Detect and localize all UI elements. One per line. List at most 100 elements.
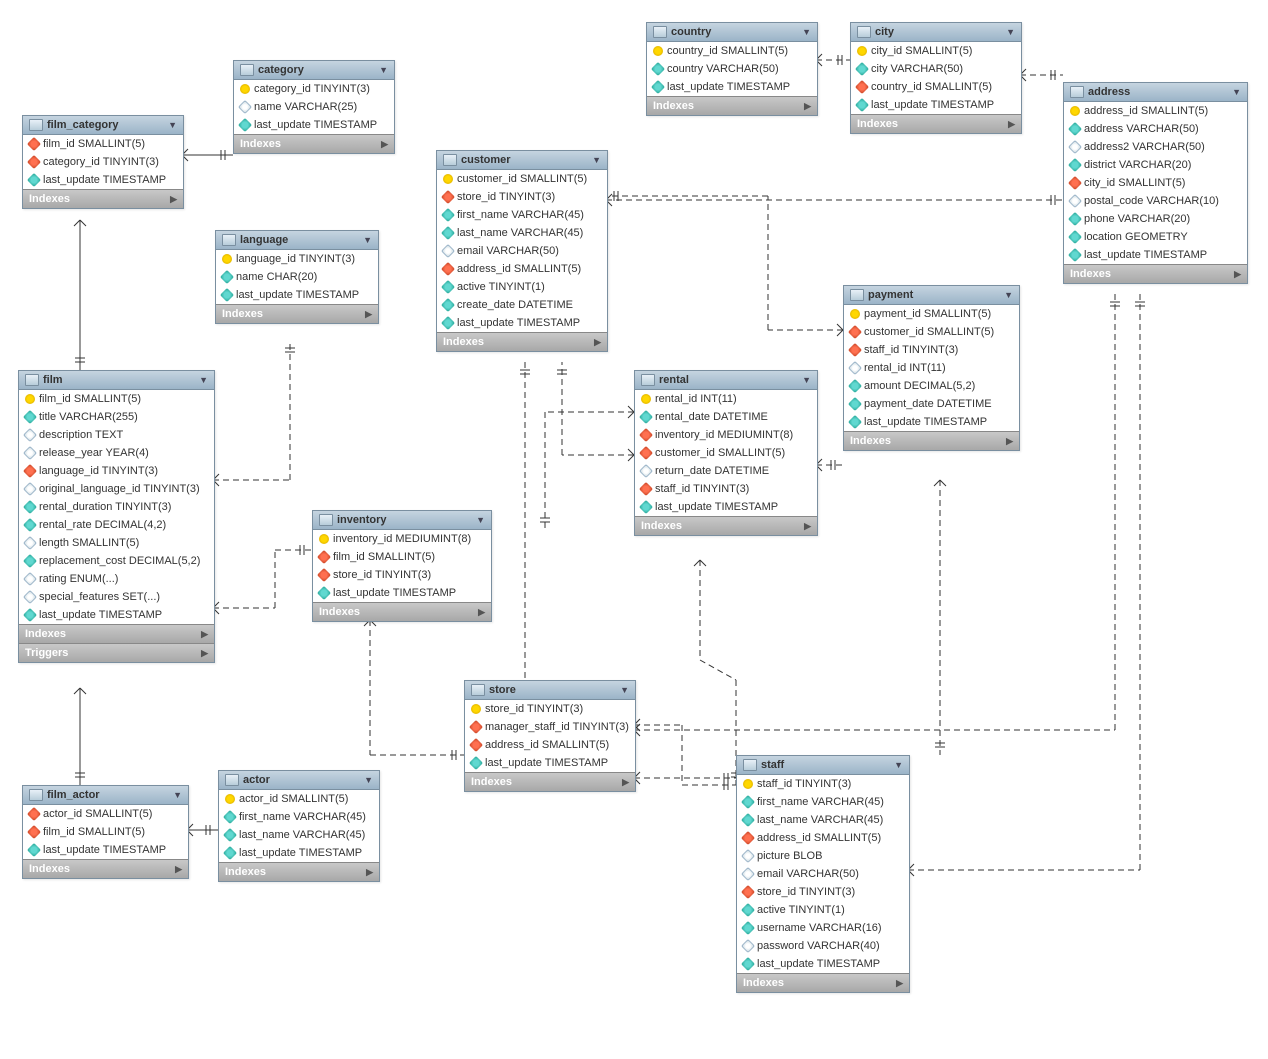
section-indexes[interactable]: Indexes▶: [844, 431, 1019, 450]
section-indexes[interactable]: Indexes▶: [635, 516, 817, 535]
key-icon: [23, 482, 37, 496]
key-icon: [25, 394, 35, 404]
section-indexes[interactable]: Indexes ▶: [437, 332, 607, 351]
section-indexes[interactable]: Indexes▶: [219, 862, 379, 881]
key-icon: [1070, 106, 1080, 116]
column: staff_id TINYINT(3): [844, 341, 1019, 359]
column: inventory_id MEDIUMINT(8): [313, 530, 491, 548]
column-def: manager_staff_id TINYINT(3): [485, 721, 629, 733]
section-indexes[interactable]: Indexes▶: [19, 624, 214, 643]
table-header[interactable]: store▼: [465, 681, 635, 700]
expand-icon: ▶: [622, 777, 629, 788]
column-def: first_name VARCHAR(45): [457, 209, 584, 221]
section-indexes[interactable]: Indexes▶: [851, 114, 1021, 133]
table-header[interactable]: city▼: [851, 23, 1021, 42]
collapse-icon: ▼: [802, 27, 811, 37]
table-actor[interactable]: actor▼actor_id SMALLINT(5)first_name VAR…: [218, 770, 380, 882]
table-staff[interactable]: staff▼staff_id TINYINT(3)first_name VARC…: [736, 755, 910, 993]
column: active TINYINT(1): [737, 901, 909, 919]
table-header[interactable]: customer▼: [437, 151, 607, 170]
section-indexes[interactable]: Indexes▶: [216, 304, 378, 323]
expand-icon: ▶: [594, 337, 601, 348]
column: country VARCHAR(50): [647, 60, 817, 78]
column: last_update TIMESTAMP: [23, 841, 188, 859]
column-def: inventory_id MEDIUMINT(8): [655, 429, 793, 441]
section-indexes[interactable]: Indexes▶: [1064, 264, 1247, 283]
section-indexes[interactable]: Indexes▶: [737, 973, 909, 992]
table-header[interactable]: actor▼: [219, 771, 379, 790]
table-film_actor[interactable]: film_actor▼actor_id SMALLINT(5)film_id S…: [22, 785, 189, 879]
key-icon: [441, 316, 455, 330]
table-header[interactable]: country▼: [647, 23, 817, 42]
table-header[interactable]: inventory▼: [313, 511, 491, 530]
table-icon: [25, 374, 39, 386]
section-indexes[interactable]: Indexes ▶: [23, 189, 183, 208]
column: store_id TINYINT(3): [313, 566, 491, 584]
column-def: last_update TIMESTAMP: [864, 416, 987, 428]
section-indexes[interactable]: Indexes▶: [234, 134, 394, 153]
table-header[interactable]: language▼: [216, 231, 378, 250]
table-header[interactable]: film_category▼: [23, 116, 183, 135]
section-indexes[interactable]: Indexes▶: [465, 772, 635, 791]
section-label: Indexes: [850, 435, 891, 447]
column: replacement_cost DECIMAL(5,2): [19, 552, 214, 570]
column-def: payment_id SMALLINT(5): [864, 308, 991, 320]
section-label: Indexes: [29, 193, 70, 205]
table-store[interactable]: store▼store_id TINYINT(3)manager_staff_i…: [464, 680, 636, 792]
column: rental_date DATETIME: [635, 408, 817, 426]
column-def: length SMALLINT(5): [39, 537, 139, 549]
column: special_features SET(...): [19, 588, 214, 606]
key-icon: [23, 590, 37, 604]
expand-icon: ▶: [201, 648, 208, 659]
table-address[interactable]: address▼address_id SMALLINT(5)address VA…: [1063, 82, 1248, 284]
key-icon: [23, 410, 37, 424]
table-header[interactable]: film▼: [19, 371, 214, 390]
table-city[interactable]: city▼city_id SMALLINT(5)city VARCHAR(50)…: [850, 22, 1022, 134]
section-indexes[interactable]: Indexes▶: [313, 602, 491, 621]
column-def: name VARCHAR(25): [254, 101, 357, 113]
table-film[interactable]: film▼film_id SMALLINT(5)title VARCHAR(25…: [18, 370, 215, 663]
column-def: picture BLOB: [757, 850, 822, 862]
table-icon: [641, 374, 655, 386]
table-country[interactable]: country▼country_id SMALLINT(5)country VA…: [646, 22, 818, 116]
table-header[interactable]: address▼: [1064, 83, 1247, 102]
table-film_category[interactable]: film_category▼film_id SMALLINT(5)categor…: [22, 115, 184, 209]
table-header[interactable]: payment▼: [844, 286, 1019, 305]
column: last_update TIMESTAMP: [844, 413, 1019, 431]
column: staff_id TINYINT(3): [737, 775, 909, 793]
column-def: staff_id TINYINT(3): [655, 483, 749, 495]
section-indexes[interactable]: Indexes▶: [647, 96, 817, 115]
table-category[interactable]: category▼category_id TINYINT(3)name VARC…: [233, 60, 395, 154]
column: address_id SMALLINT(5): [437, 260, 607, 278]
table-language[interactable]: language▼language_id TINYINT(3)name CHAR…: [215, 230, 379, 324]
table-header[interactable]: film_actor▼: [23, 786, 188, 805]
key-icon: [743, 779, 753, 789]
table-inventory[interactable]: inventory▼inventory_id MEDIUMINT(8)film_…: [312, 510, 492, 622]
column-def: address VARCHAR(50): [1084, 123, 1199, 135]
key-icon: [1068, 122, 1082, 136]
column: customer_id SMALLINT(5): [437, 170, 607, 188]
table-customer[interactable]: customer▼customer_id SMALLINT(5)store_id…: [436, 150, 608, 352]
expand-icon: ▶: [170, 194, 177, 205]
key-icon: [23, 428, 37, 442]
key-icon: [23, 572, 37, 586]
table-header[interactable]: category▼: [234, 61, 394, 80]
column: last_update TIMESTAMP: [313, 584, 491, 602]
table-rental[interactable]: rental▼rental_id INT(11)rental_date DATE…: [634, 370, 818, 536]
key-icon: [27, 173, 41, 187]
table-payment[interactable]: payment▼payment_id SMALLINT(5)customer_i…: [843, 285, 1020, 451]
key-icon: [223, 810, 237, 824]
column-def: phone VARCHAR(20): [1084, 213, 1190, 225]
section-label: Indexes: [443, 336, 484, 348]
table-header[interactable]: rental▼: [635, 371, 817, 390]
section-indexes[interactable]: Indexes▶: [23, 859, 188, 878]
column-def: last_update TIMESTAMP: [333, 587, 456, 599]
column: location GEOMETRY: [1064, 228, 1247, 246]
table-header[interactable]: staff▼: [737, 756, 909, 775]
section-triggers[interactable]: Triggers▶: [19, 643, 214, 662]
column: address_id SMALLINT(5): [465, 736, 635, 754]
column-def: last_update TIMESTAMP: [1084, 249, 1207, 261]
key-icon: [23, 554, 37, 568]
column: return_date DATETIME: [635, 462, 817, 480]
column: email VARCHAR(50): [737, 865, 909, 883]
